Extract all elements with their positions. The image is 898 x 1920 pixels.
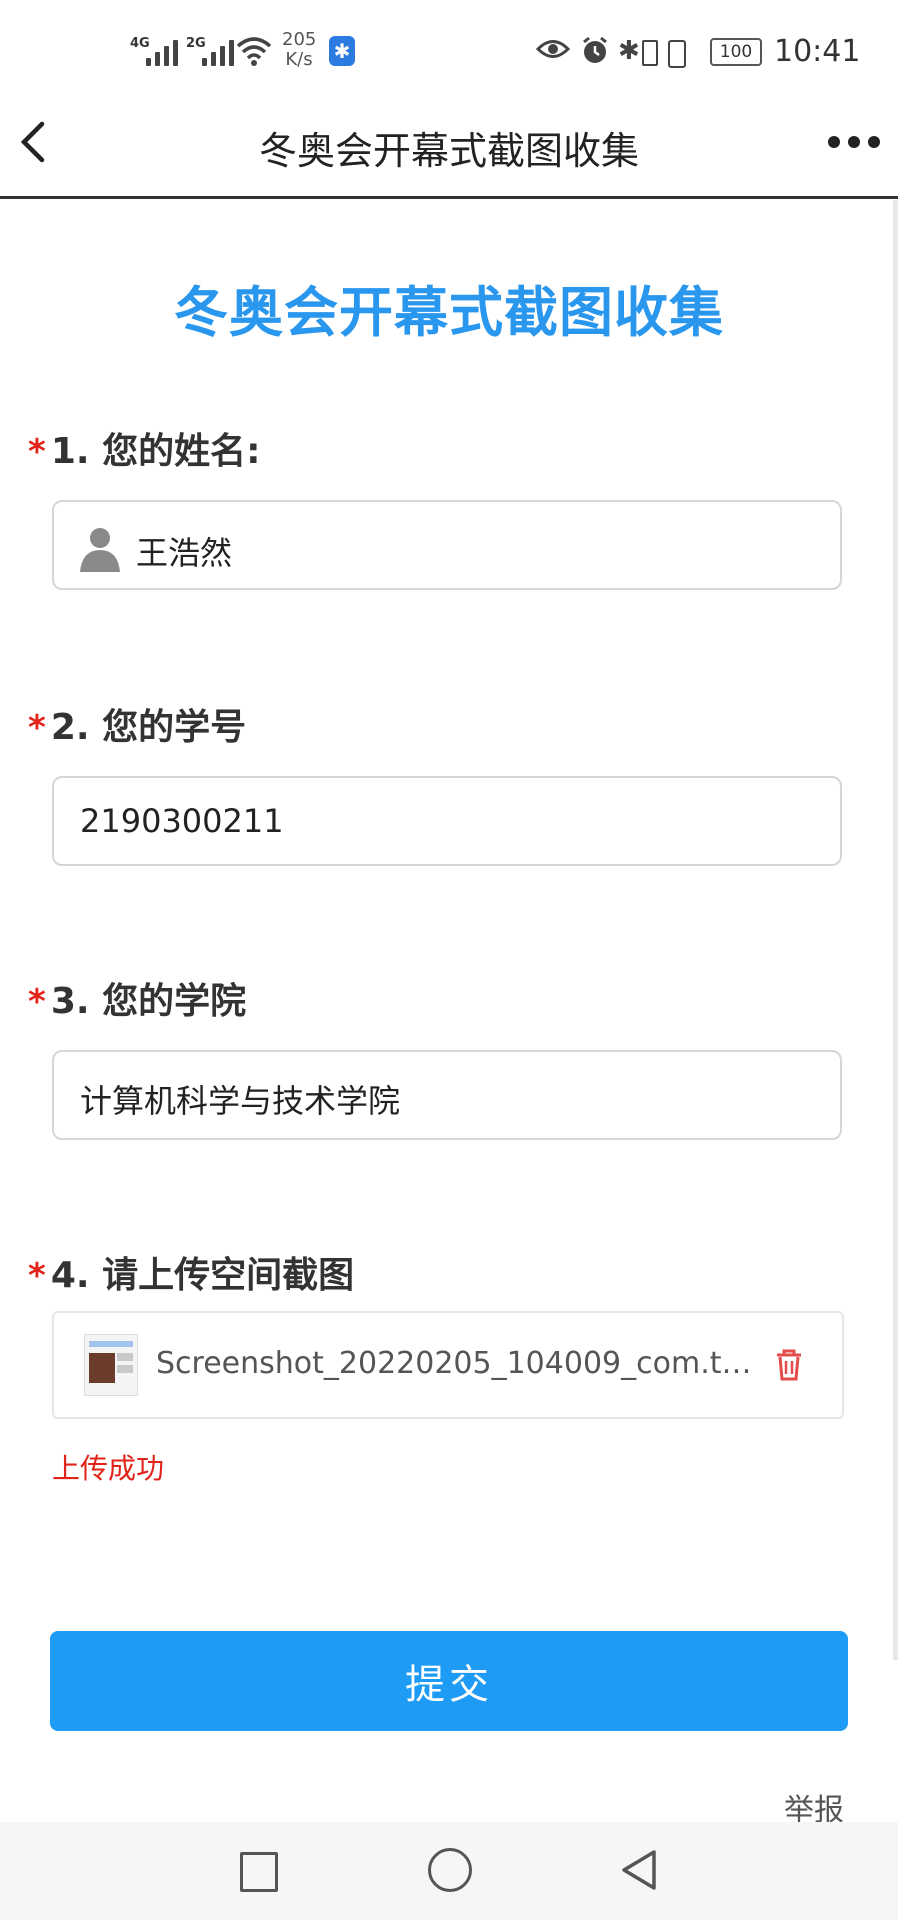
scrollbar[interactable] xyxy=(893,200,898,1660)
battery-icon: 100 xyxy=(710,38,762,66)
user-icon xyxy=(80,528,120,572)
college-field[interactable]: 计算机科学与技术学院 xyxy=(52,1050,842,1140)
required-marker: * xyxy=(28,432,46,472)
wifi-icon xyxy=(236,37,272,66)
question-text: 4. 请上传空间截图 xyxy=(50,1255,355,1296)
question-3-label: * 3. 您的学院 xyxy=(28,972,246,1024)
more-menu-icon[interactable] xyxy=(826,128,882,156)
recent-apps-icon[interactable] xyxy=(240,1852,278,1892)
app-notification-icon: ✱ xyxy=(329,36,355,66)
student-id-field[interactable]: 2190300211 xyxy=(52,776,842,866)
bluetooth-icon: ✱ xyxy=(618,36,640,66)
clock: 10:41 xyxy=(774,34,861,69)
question-text: 3. 您的学院 xyxy=(50,981,247,1022)
question-1-label: * 1. 您的姓名: xyxy=(28,422,261,474)
speed-unit: K/s xyxy=(285,49,313,70)
status-bar: 4G 2G 205 K/s ✱ ✱ 100 10:41 xyxy=(0,0,898,100)
speed-value: 205 xyxy=(282,29,317,50)
battery-level: 100 xyxy=(719,42,753,62)
upload-status: 上传成功 xyxy=(52,1452,165,1485)
question-4-label: * 4. 请上传空间截图 xyxy=(28,1246,354,1298)
required-marker: * xyxy=(28,982,46,1022)
battery-small-icon xyxy=(642,40,658,66)
system-nav-bar xyxy=(0,1822,898,1920)
required-marker: * xyxy=(28,708,46,748)
screenshot-thumbnail[interactable] xyxy=(84,1334,138,1396)
name-value: 王浩然 xyxy=(136,534,233,572)
question-text: 2. 您的学号 xyxy=(50,707,247,748)
trash-icon[interactable] xyxy=(774,1348,804,1382)
eye-icon xyxy=(536,40,570,58)
alarm-icon xyxy=(583,36,607,63)
student-id-value: 2190300211 xyxy=(80,802,284,840)
back-triangle-icon[interactable] xyxy=(620,1848,658,1892)
network-speed: 205 K/s xyxy=(282,30,316,70)
nav-title: 冬奥会开幕式截图收集 xyxy=(258,129,639,173)
college-value: 计算机科学与技术学院 xyxy=(80,1082,401,1120)
question-text: 1. 您的姓名: xyxy=(50,431,261,472)
submit-button[interactable]: 提交 xyxy=(50,1631,848,1731)
question-2-label: * 2. 您的学号 xyxy=(28,698,246,750)
name-field[interactable]: 王浩然 xyxy=(52,500,842,590)
form-title: 冬奥会开幕式截图收集 xyxy=(174,281,724,344)
home-circle-icon[interactable] xyxy=(428,1848,472,1892)
required-marker: * xyxy=(28,1256,46,1296)
vibrate-icon xyxy=(668,40,686,68)
uploaded-file-name: Screenshot_20220205_104009_com.tencent… xyxy=(156,1346,766,1381)
